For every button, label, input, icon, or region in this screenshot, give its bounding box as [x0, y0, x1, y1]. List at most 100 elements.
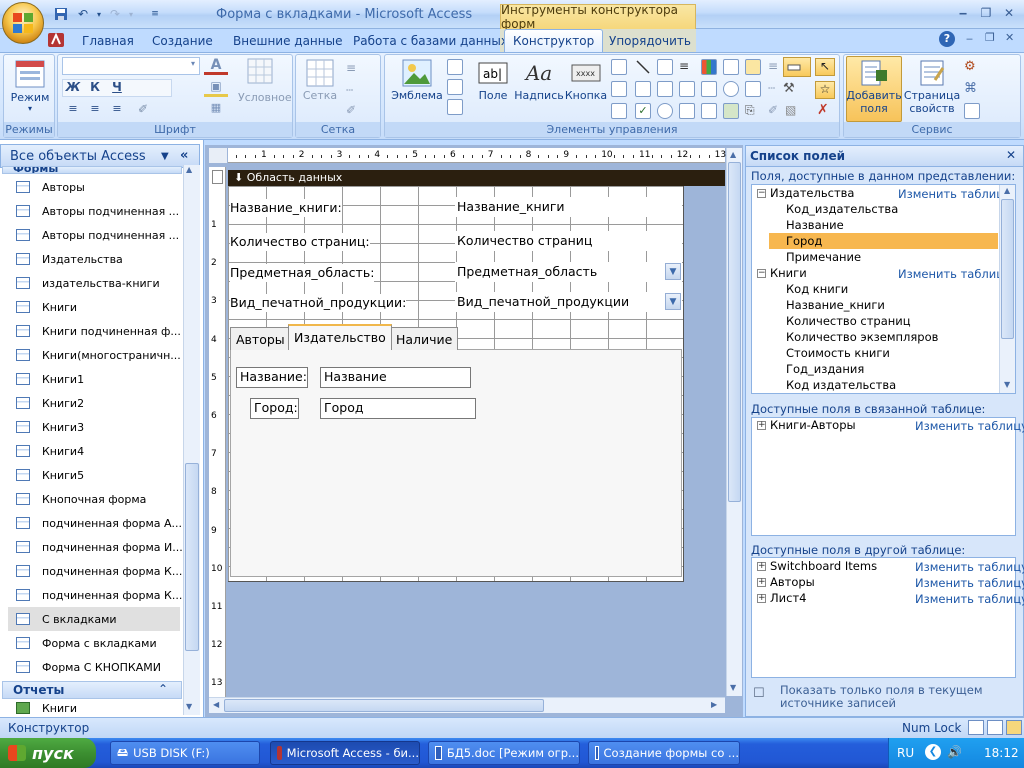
field-list-field[interactable]: Количество страниц — [786, 313, 911, 329]
related-edit-table-link[interactable]: Изменить таблицу — [915, 418, 1024, 434]
font-name-combo[interactable] — [62, 57, 200, 75]
task-access[interactable]: Microsoft Access - би... — [270, 741, 420, 765]
nav-dropdown-icon[interactable]: ▼ — [161, 151, 169, 162]
add-existing-fields-button[interactable]: Добавить поля — [846, 56, 902, 122]
use-wizards-icon[interactable]: ☆ — [815, 81, 835, 99]
collapse-reports-icon[interactable]: ⌃ — [158, 682, 168, 696]
list-box-icon[interactable] — [657, 81, 673, 97]
subject-area-dropdown-icon[interactable]: ▼ — [665, 263, 681, 280]
tab-database-tools[interactable]: Работа с базами данных — [345, 32, 516, 52]
nav-item-form[interactable]: Книги4 — [8, 439, 178, 463]
other-table-switchboard[interactable]: Switchboard Items — [770, 558, 877, 574]
task-word-doc[interactable]: БД5.doc [Режим огр... — [428, 741, 580, 765]
attachment-icon[interactable] — [745, 59, 761, 75]
shutter-bar-close-icon[interactable]: « — [180, 148, 188, 163]
subject-area-combo[interactable]: Предметная_область — [455, 262, 682, 282]
collapse-table-icon[interactable]: − — [757, 189, 766, 198]
nav-group-reports[interactable]: Отчеты — [2, 681, 182, 699]
field-list-scroll-down-icon[interactable]: ▼ — [1004, 380, 1010, 389]
design-scroll-right-icon[interactable]: ▶ — [711, 700, 717, 709]
other-table-authors[interactable]: Авторы — [770, 574, 815, 590]
close-icon[interactable]: ✕ — [998, 4, 1020, 22]
ribbon-restore-icon[interactable]: ❐ — [985, 31, 995, 44]
field-list-field[interactable]: Название — [786, 217, 844, 233]
tab-control-icon[interactable] — [611, 59, 627, 75]
page-break-icon[interactable]: ≡ — [679, 59, 695, 75]
checkbox-icon[interactable]: ✓ — [635, 103, 651, 119]
rectangle-icon[interactable] — [635, 81, 651, 97]
field-list-field[interactable]: Город — [769, 233, 998, 249]
nav-item-form[interactable]: подчиненная форма К... — [8, 559, 182, 583]
tab-design[interactable]: Конструктор — [504, 29, 604, 53]
nav-item-form[interactable]: Издательства — [8, 247, 178, 271]
design-scroll-left-icon[interactable]: ◀ — [213, 700, 219, 709]
authors-edit-table-link[interactable]: Изменить таблицу — [915, 575, 1024, 591]
design-view-status-icon[interactable] — [1006, 720, 1022, 735]
nav-item-form[interactable]: подчиненная форма И... — [8, 535, 183, 559]
related-fields-list[interactable] — [751, 417, 1016, 536]
align-center-icon[interactable]: ≡ — [85, 102, 105, 118]
field-list-field[interactable]: Примечание — [786, 249, 861, 265]
subform-icon[interactable] — [723, 59, 739, 75]
line-type-control-icon[interactable]: ┄ — [768, 81, 775, 95]
design-hscroll-thumb[interactable] — [224, 699, 544, 712]
textbox-button[interactable]: ab| Поле — [473, 57, 513, 102]
expand-switchboard-icon[interactable]: + — [757, 562, 766, 571]
show-current-source-icon[interactable]: ☐ — [753, 686, 765, 701]
field-list-scroll-up-icon[interactable]: ▲ — [1004, 186, 1010, 195]
restore-icon[interactable]: ❐ — [975, 4, 997, 22]
select-pointer-icon[interactable]: ↖ — [815, 58, 835, 76]
line-thickness-icon[interactable]: ≡ — [346, 61, 356, 75]
nav-report-item[interactable]: Книги — [8, 699, 178, 717]
nav-item-form[interactable]: Книги подчиненная ф... — [8, 319, 181, 343]
expand-related-table-icon[interactable]: + — [757, 421, 766, 430]
edit-table-link[interactable]: Изменить таблицу — [898, 266, 1011, 282]
toggle-button-icon[interactable] — [679, 103, 695, 119]
underline-button[interactable]: Ч — [107, 80, 127, 97]
expand-sheet4-icon[interactable]: + — [757, 594, 766, 603]
command-button[interactable]: xxxx Кнопка — [565, 57, 607, 102]
field-list-table[interactable]: Издательства — [770, 185, 854, 201]
bold-button[interactable]: К — [85, 80, 105, 97]
ribbon-minimize-icon[interactable]: ‒ — [966, 32, 973, 45]
tab-home[interactable]: Главная — [74, 32, 142, 52]
unbound-object-icon[interactable] — [657, 59, 673, 75]
switchboard-edit-table-link[interactable]: Изменить таблицу — [915, 559, 1024, 575]
nav-item-form[interactable]: Авторы подчиненная ... — [8, 199, 179, 223]
line-thickness-control-icon[interactable]: ≡ — [768, 59, 778, 73]
gridlines-button[interactable]: Сетка — [300, 57, 340, 102]
design-vertical-scrollbar[interactable]: ▲ ▼ — [726, 148, 742, 696]
alternate-fill-icon[interactable]: ▦ — [204, 101, 228, 117]
nav-item-form[interactable]: Книги2 — [8, 391, 178, 415]
form-tab-publisher[interactable]: Издательство — [288, 324, 392, 350]
field-list-field[interactable]: Код издательства — [786, 377, 896, 393]
field-list-field[interactable]: Количество экземпляров — [786, 329, 938, 345]
fill-color-icon[interactable]: ▣ — [204, 79, 228, 97]
format-painter-icon[interactable]: ✐ — [134, 102, 152, 118]
form-view-status-icon[interactable] — [968, 720, 984, 735]
layout-view-status-icon[interactable] — [987, 720, 1003, 735]
save-icon[interactable] — [52, 5, 70, 23]
nav-item-form[interactable]: Авторы подчиненная ... — [8, 223, 179, 247]
nav-item-form[interactable]: Форма С КНОПКАМИ — [8, 655, 178, 679]
publisher-city-label[interactable]: Город: — [250, 398, 299, 419]
label-control-button[interactable]: Aa Надпись — [514, 57, 564, 102]
show-current-source-link[interactable]: Показать только поля в текущем источнике… — [780, 684, 1018, 710]
option-group-icon[interactable] — [611, 103, 627, 119]
design-vscroll-thumb[interactable] — [728, 162, 741, 502]
view-code-icon[interactable]: ⌘ — [964, 81, 980, 97]
publisher-city-field[interactable]: Город — [320, 398, 476, 419]
view-button[interactable]: Режим ▾ — [8, 57, 52, 113]
date-time-icon[interactable] — [447, 99, 463, 115]
form-tab-availability[interactable]: Наличие — [390, 327, 459, 350]
subject-area-label[interactable]: Предметная_область: — [230, 264, 375, 282]
task-usb-disk[interactable]: 🖴 USB DISK (F:) — [110, 741, 260, 765]
volume-icon[interactable]: 🔊 — [947, 745, 962, 759]
title-icon[interactable] — [447, 59, 463, 75]
align-right-icon[interactable]: ≡ — [107, 102, 127, 118]
nav-item-form[interactable]: подчиненная форма К... — [8, 583, 182, 607]
field-list-table[interactable]: Книги — [770, 265, 807, 281]
image-icon[interactable] — [745, 81, 761, 97]
italic-button[interactable]: Ж — [63, 80, 83, 97]
publication-type-dropdown-icon[interactable]: ▼ — [665, 293, 681, 310]
